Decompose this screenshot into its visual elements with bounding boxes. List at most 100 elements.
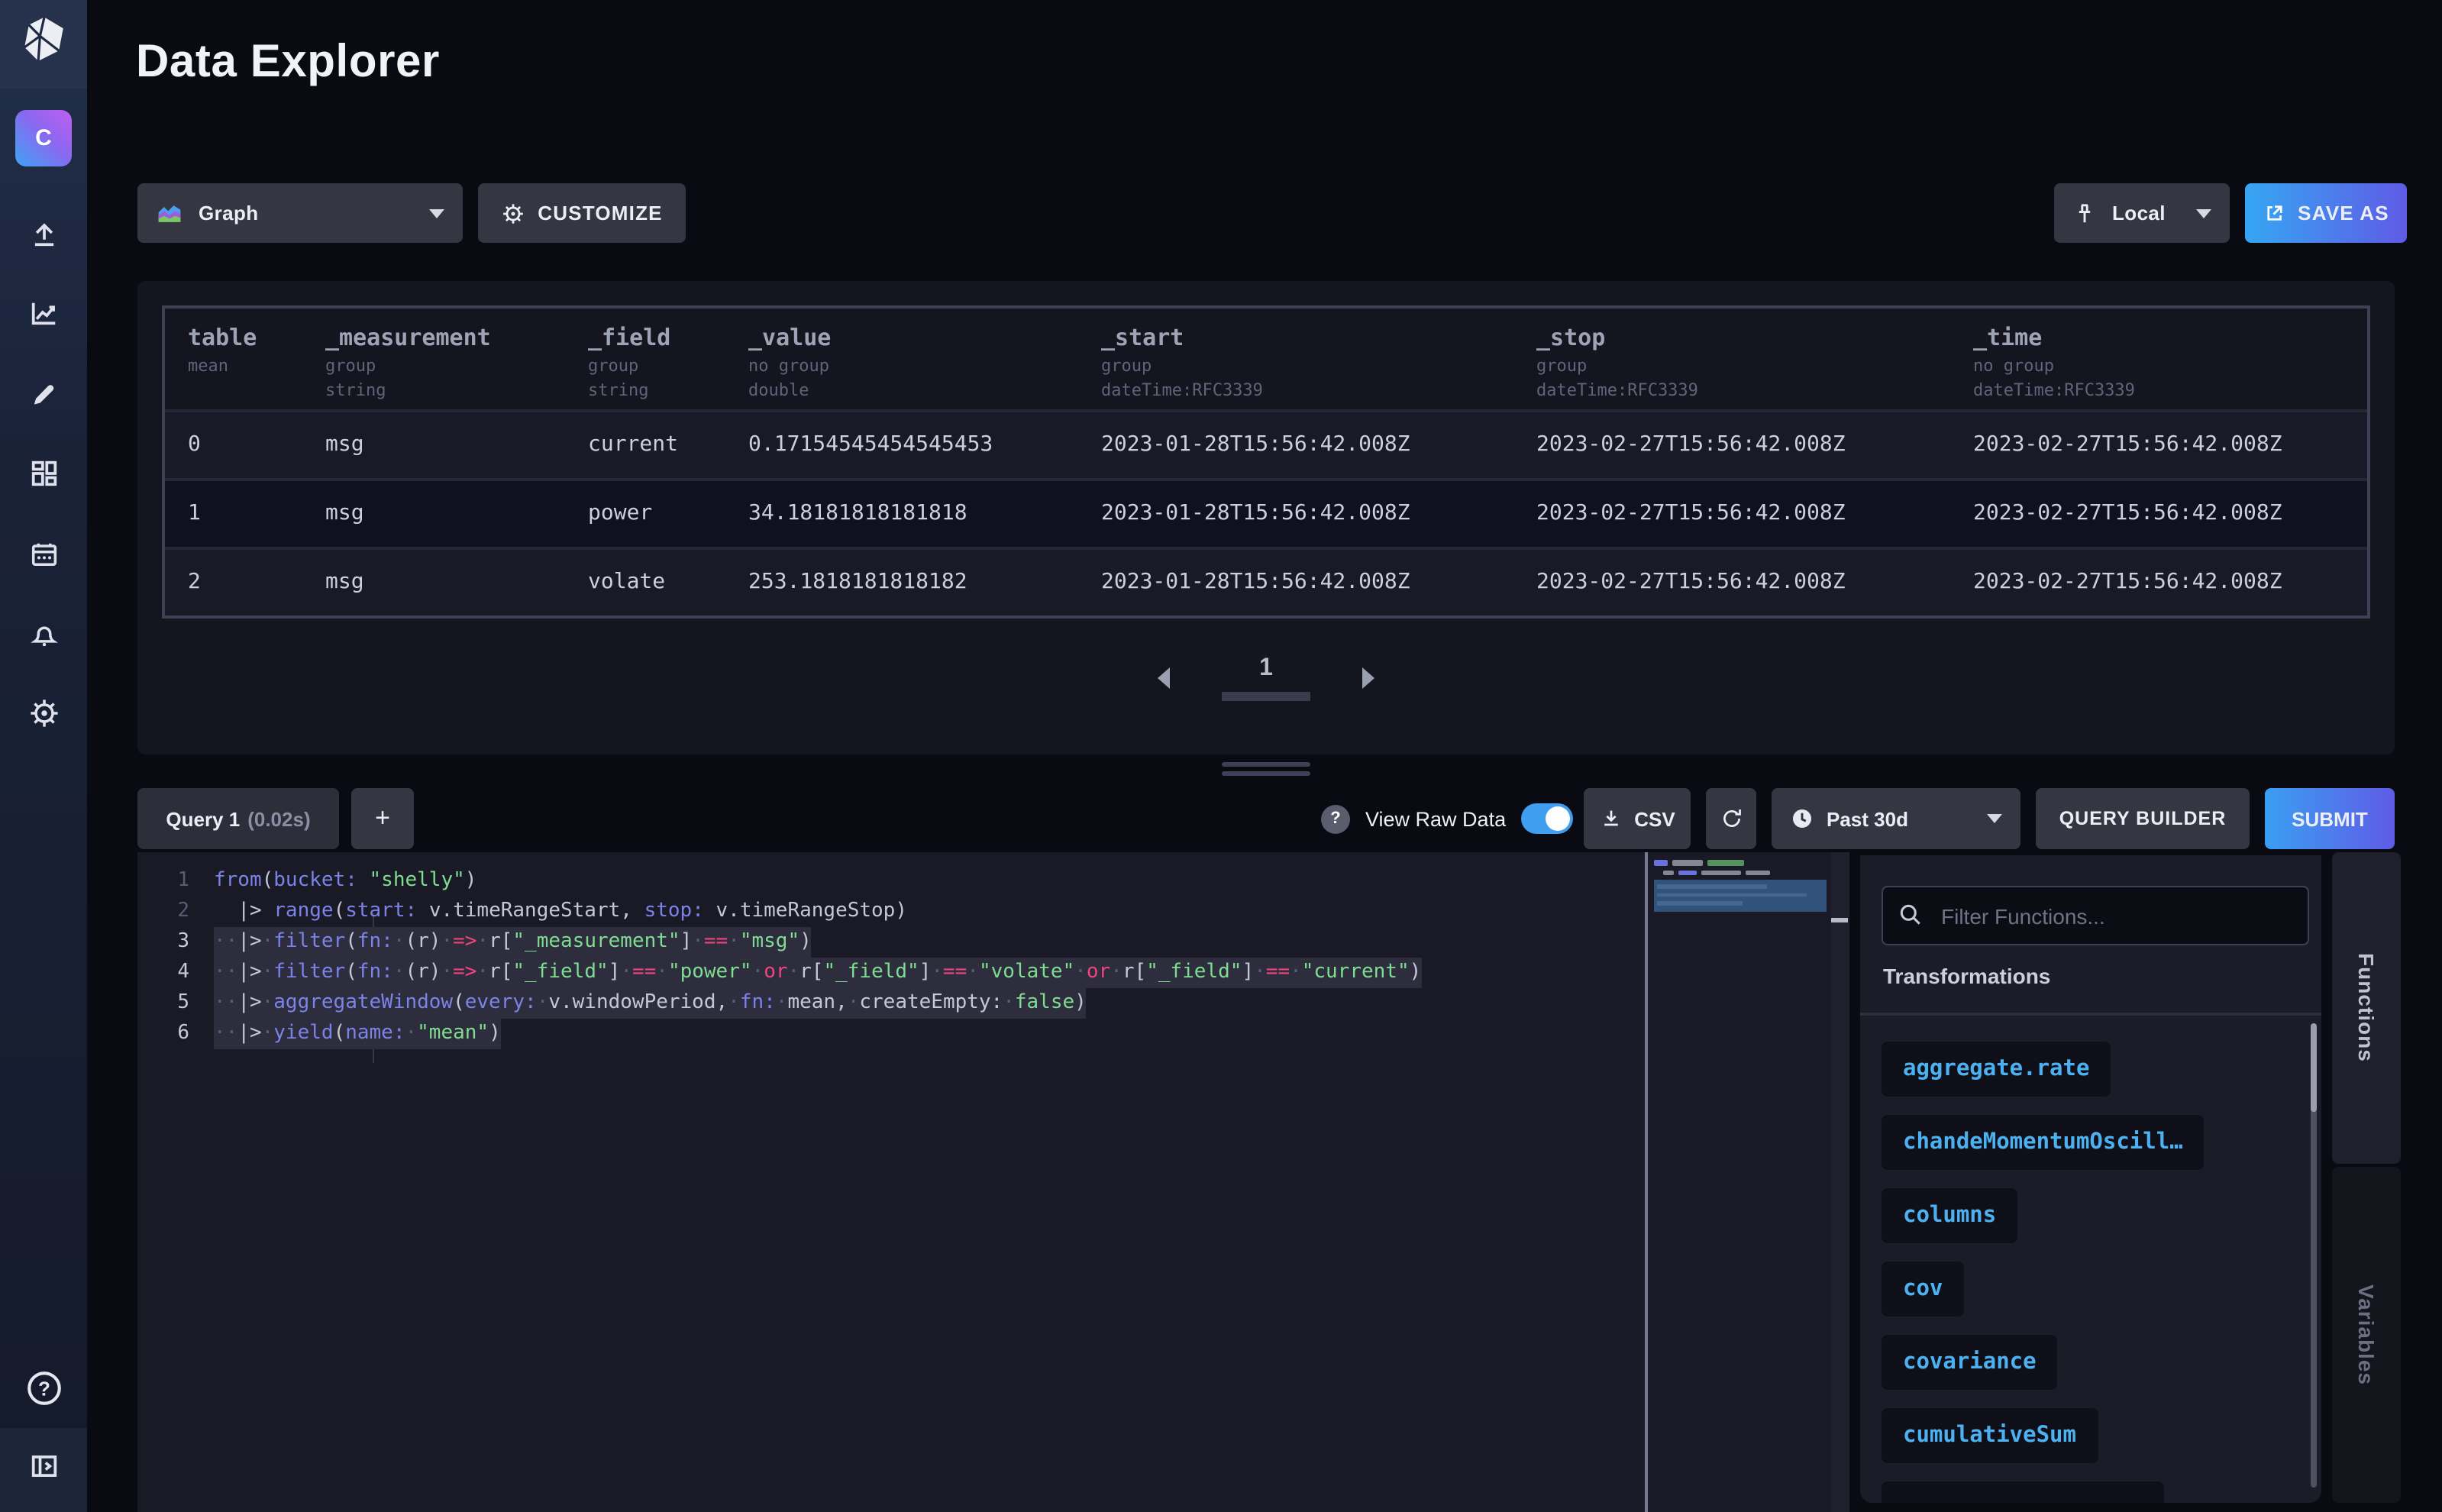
table-cell: volate: [565, 550, 725, 615]
clock-icon: [1790, 806, 1814, 831]
chevron-down-icon: [429, 208, 444, 218]
editor-minimap-separator[interactable]: [1645, 852, 1648, 1512]
table-cell: 2023-01-28T15:56:42.008Z: [1078, 550, 1513, 615]
query-tab[interactable]: Query 1 (0.02s): [137, 788, 339, 849]
upload-icon: [27, 217, 60, 250]
calendar-icon: [27, 538, 60, 571]
sidebar-expand-button[interactable]: [0, 1428, 87, 1512]
table-row: 0msgcurrent0.171545454545454532023-01-28…: [165, 409, 2367, 478]
editor-scrollbar[interactable]: [1831, 852, 1849, 1512]
table-cell: 34.18181818181818: [725, 481, 1078, 547]
refresh-icon: [1719, 806, 1743, 831]
save-as-label: SAVE AS: [2298, 202, 2389, 225]
table-row: 1msgpower34.181818181818182023-01-28T15:…: [165, 478, 2367, 547]
editor-minimap[interactable]: [1654, 852, 1831, 1512]
view-raw-data-label: View Raw Data: [1365, 807, 1506, 830]
right-rail: Functions Variables: [2332, 852, 2401, 1503]
page-number-label: 1: [1222, 655, 1310, 683]
expand-sidebar-icon: [27, 1449, 60, 1491]
local-label: Local: [2112, 202, 2166, 225]
sidebar-item-tasks[interactable]: [0, 524, 87, 585]
refresh-button[interactable]: [1706, 788, 1756, 849]
sidebar-item-settings[interactable]: [0, 683, 87, 744]
sidebar-item-notebooks[interactable]: [0, 363, 87, 425]
function-chip-aggregate.rate[interactable]: aggregate.rate: [1882, 1042, 2111, 1097]
dashboards-icon: [27, 457, 60, 490]
query-tab-label: Query 1: [166, 807, 240, 830]
editor-scrollbar-handle[interactable]: [1831, 918, 1848, 922]
function-chip-partial[interactable]: [1882, 1481, 2164, 1503]
tab-functions[interactable]: Functions: [2332, 852, 2401, 1164]
column-header-_time: _timeno groupdateTime:RFC3339: [1950, 309, 2367, 409]
chevron-down-icon: [2196, 208, 2211, 218]
table-cell: 2023-02-27T15:56:42.008Z: [1513, 550, 1950, 615]
view-raw-data-toggle[interactable]: [1521, 803, 1573, 834]
visualization-type-dropdown[interactable]: Graph: [137, 183, 463, 243]
functions-panel: Transformations aggregate.ratechandeMome…: [1860, 855, 2321, 1503]
bell-icon: [27, 617, 60, 651]
visualization-type-label: Graph: [199, 202, 259, 225]
table-cell: 2023-02-27T15:56:42.008Z: [1950, 412, 2367, 478]
sidebar-item-dashboards[interactable]: [0, 443, 87, 504]
avatar[interactable]: C: [15, 110, 72, 166]
export-icon: [2263, 202, 2285, 225]
function-chip-columns[interactable]: columns: [1882, 1188, 2017, 1243]
graph-icon: [27, 296, 60, 330]
table-cell: 2: [165, 550, 302, 615]
table-cell: 1: [165, 481, 302, 547]
pin-icon: [2072, 201, 2097, 225]
csv-download-button[interactable]: CSV: [1584, 788, 1691, 849]
panel-resize-handle[interactable]: [1222, 762, 1310, 780]
table-cell: 0: [165, 412, 302, 478]
column-header-_value: _valueno groupdouble: [725, 309, 1078, 409]
pencil-icon: [27, 377, 60, 411]
question-mark-icon[interactable]: ?: [1321, 804, 1350, 833]
table-cell: msg: [302, 412, 565, 478]
local-dropdown[interactable]: Local: [2054, 183, 2230, 243]
page-prev-button[interactable]: [1158, 667, 1170, 689]
function-chip-cumulativeSum[interactable]: cumulativeSum: [1882, 1408, 2098, 1463]
page-next-button[interactable]: [1362, 667, 1374, 689]
table-cell: 0.17154545454545453: [725, 412, 1078, 478]
table-cell: 2023-01-28T15:56:42.008Z: [1078, 412, 1513, 478]
add-query-button[interactable]: +: [351, 788, 414, 849]
chevron-down-icon: [1987, 814, 2002, 823]
query-tab-duration: (0.02s): [247, 807, 310, 830]
column-header-table: tablemean: [165, 309, 302, 409]
raw-data-table: tablemean_measurementgroupstring_fieldgr…: [162, 305, 2370, 619]
sidebar-logo[interactable]: [0, 0, 87, 89]
flux-code-editor[interactable]: 1from(bucket: "shelly")2 |> range(start:…: [137, 852, 1849, 1512]
code-line-2: 2 |> range(start: v.timeRangeStart, stop…: [137, 897, 1645, 927]
tab-variables[interactable]: Variables: [2332, 1167, 2401, 1503]
page-number[interactable]: 1: [1222, 655, 1310, 701]
code-line-4: 4··|>·filter(fn:·(r)·=>·r["_field"]·==·"…: [137, 958, 1645, 988]
csv-label: CSV: [1634, 807, 1675, 830]
download-icon: [1599, 806, 1623, 831]
table-cell: 2023-02-27T15:56:42.008Z: [1513, 412, 1950, 478]
submit-button[interactable]: SUBMIT: [2265, 788, 2395, 849]
customize-button[interactable]: CUSTOMIZE: [478, 183, 686, 243]
table-header-row: tablemean_measurementgroupstring_fieldgr…: [165, 309, 2367, 409]
time-range-dropdown[interactable]: Past 30d: [1772, 788, 2020, 849]
table-cell: 2023-01-28T15:56:42.008Z: [1078, 481, 1513, 547]
divider: [1860, 1013, 2321, 1015]
table-cell: msg: [302, 550, 565, 615]
function-chip-covariance[interactable]: covariance: [1882, 1335, 2058, 1390]
column-header-_measurement: _measurementgroupstring: [302, 309, 565, 409]
column-header-_field: _fieldgroupstring: [565, 309, 725, 409]
column-header-_start: _startgroupdateTime:RFC3339: [1078, 309, 1513, 409]
sidebar-item-load-data[interactable]: [0, 203, 87, 264]
save-as-button[interactable]: SAVE AS: [2245, 183, 2407, 243]
table-body: 0msgcurrent0.171545454545454532023-01-28…: [165, 409, 2367, 615]
function-chip-cov[interactable]: cov: [1882, 1262, 1964, 1317]
filter-functions-input[interactable]: [1882, 886, 2309, 945]
time-range-label: Past 30d: [1827, 807, 1908, 830]
code-line-6: 6··|>·yield(name:·"mean"): [137, 1019, 1645, 1049]
functions-scrollbar-thumb[interactable]: [2311, 1023, 2317, 1112]
sidebar-item-data-explorer[interactable]: [0, 283, 87, 344]
gear-icon: [501, 201, 525, 225]
query-builder-button[interactable]: QUERY BUILDER: [2036, 788, 2250, 849]
function-chip-chandeMomentumOscill[interactable]: chandeMomentumOscill…: [1882, 1115, 2205, 1170]
sidebar-item-help[interactable]: ?: [0, 1361, 87, 1422]
sidebar-item-alerts[interactable]: [0, 603, 87, 664]
